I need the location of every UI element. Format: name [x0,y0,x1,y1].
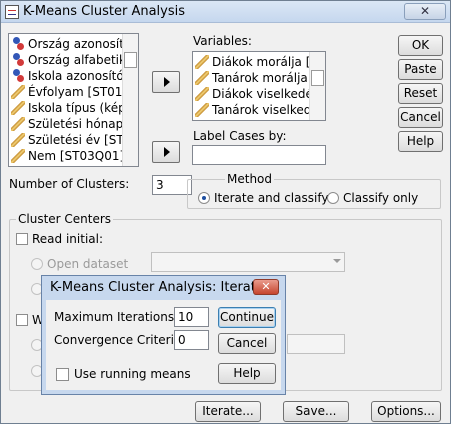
iterate-help-button[interactable]: Help [218,363,276,384]
label-cases-field[interactable] [192,145,326,165]
save-button[interactable]: Save... [283,401,349,422]
options-button[interactable]: Options... [371,401,441,422]
scale-icon [11,85,25,99]
write-final-checkbox[interactable] [16,314,28,326]
ok-button[interactable]: OK [398,35,443,56]
new-dataset-field[interactable] [287,334,345,354]
continue-button[interactable]: Continue [218,307,276,328]
classify-only-label: Classify only [343,191,419,205]
label-cases-label: Label Cases by: [193,129,287,143]
scale-icon [195,71,209,85]
cancel-button[interactable]: Cancel [398,107,443,128]
paste-button[interactable]: Paste [398,59,443,80]
max-iterations-field[interactable]: 10 [174,307,209,327]
convergence-label: Convergence Criterion: [54,333,193,347]
app-icon [5,5,19,19]
source-variable-list[interactable]: Ország azonosító [Ország alfabetikus Isko… [8,33,139,167]
main-window: K-Means Cluster Analysis ✕ Ország azonos… [0,0,451,424]
scrollbar-thumb[interactable] [311,70,324,86]
num-clusters-label: Number of Clusters: [9,177,130,191]
window-close-button[interactable]: ✕ [404,3,446,20]
method-group-title: Method [225,172,275,186]
iterate-cancel-button[interactable]: Cancel [218,333,276,354]
scale-icon [11,117,25,131]
open-dataset-radio[interactable] [31,258,43,270]
iterate-classify-label: Iterate and classify [214,191,329,205]
running-means-checkbox[interactable] [56,368,69,381]
nominal-icon [11,53,25,67]
variables-list[interactable]: Diákok morálja [stm Tanárok morálja [tc Di… [192,51,326,121]
scrollbar-thumb[interactable] [124,52,137,68]
iterate-dialog: K-Means Cluster Analysis: Iterate ✕ Maxi… [41,275,286,395]
read-initial-label: Read initial: [32,232,104,246]
reset-button[interactable]: Reset [398,83,443,104]
iterate-dialog-body: Maximum Iterations: 10 Convergence Crite… [46,300,281,390]
nominal-icon [11,69,25,83]
open-dataset-dropdown[interactable] [151,252,345,272]
scale-icon [11,149,25,163]
num-clusters-field[interactable]: 3 [152,175,192,195]
list-item-label: Nem [ST03Q01] [28,149,125,163]
scale-icon [195,103,209,117]
list-item-label: Iskola azonosítója [28,69,135,83]
max-iterations-label: Maximum Iterations: [54,310,179,324]
title-bar: K-Means Cluster Analysis ✕ [1,1,450,23]
help-button[interactable]: Help [398,131,443,152]
scale-icon [195,55,209,69]
running-means-label: Use running means [74,367,191,381]
read-initial-checkbox[interactable] [16,233,28,245]
variables-list-scrollbar[interactable] [309,52,325,120]
chevron-down-icon [333,259,341,263]
iterate-dialog-title: K-Means Cluster Analysis: Iterate [50,280,264,295]
scale-icon [11,133,25,147]
scale-icon [11,101,25,115]
nominal-icon [11,37,25,51]
move-to-variables-button[interactable] [152,71,180,93]
iterate-dialog-close-button[interactable]: ✕ [253,279,279,295]
iterate-button[interactable]: Iterate... [195,401,261,422]
cluster-centers-title: Cluster Centers [16,212,114,226]
iterate-classify-radio[interactable] [198,192,210,204]
convergence-field[interactable]: 0 [174,330,209,350]
classify-only-radio[interactable] [327,192,339,204]
source-list-scrollbar[interactable] [122,34,138,166]
move-to-label-cases-button[interactable] [152,141,180,163]
window-title: K-Means Cluster Analysis [23,4,186,19]
open-dataset-label: Open dataset [47,257,129,271]
scale-icon [195,87,209,101]
variables-label: Variables: [193,34,252,48]
